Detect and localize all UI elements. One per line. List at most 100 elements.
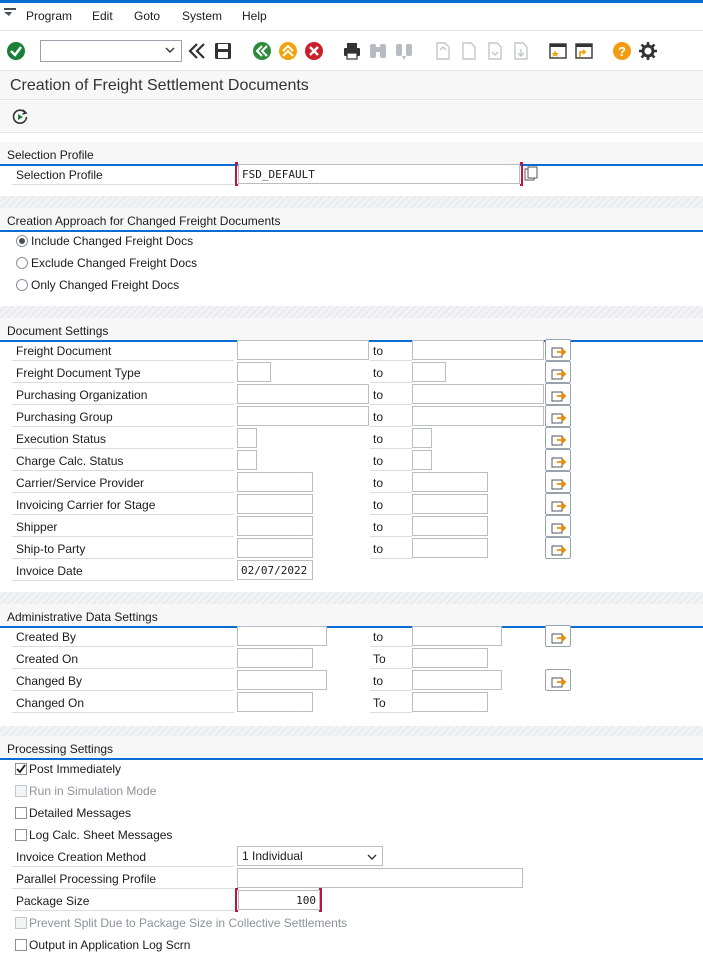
section-title: Administrative Data Settings bbox=[7, 610, 158, 624]
previous-page-icon[interactable] bbox=[458, 41, 478, 61]
multiple-selection-button[interactable] bbox=[545, 537, 571, 559]
exit-icon[interactable] bbox=[278, 41, 298, 61]
created-on-to[interactable] bbox=[412, 648, 488, 668]
detailed-messages-checkbox[interactable] bbox=[15, 807, 27, 819]
package-size-label: Package Size bbox=[16, 894, 90, 908]
created-on-label: Created On bbox=[16, 652, 79, 666]
simulation-mode-checkbox bbox=[15, 785, 27, 797]
label-rule bbox=[12, 910, 234, 911]
find-icon[interactable] bbox=[368, 41, 388, 61]
invoice-creation-method-value: 1 Individual bbox=[242, 849, 303, 863]
log-calc-sheet-label[interactable]: Log Calc. Sheet Messages bbox=[29, 828, 172, 842]
multiple-selection-button[interactable] bbox=[545, 449, 571, 471]
changed-by-from[interactable] bbox=[237, 670, 327, 690]
freight-document-from[interactable] bbox=[237, 340, 369, 360]
output-application-log-label[interactable]: Output in Application Log Scrn bbox=[29, 938, 190, 952]
execution-status-from[interactable] bbox=[237, 428, 257, 448]
execution-status-to[interactable] bbox=[412, 428, 432, 448]
invoice-date-field[interactable]: 02/07/2022 bbox=[237, 560, 313, 580]
save-icon[interactable] bbox=[213, 41, 233, 61]
value-help-icon[interactable] bbox=[524, 166, 538, 182]
multiple-selection-button[interactable] bbox=[545, 361, 571, 383]
enter-icon[interactable] bbox=[6, 41, 26, 61]
menu-icon[interactable] bbox=[4, 8, 16, 18]
post-immediately-label[interactable]: Post Immediately bbox=[29, 762, 121, 776]
log-calc-sheet-checkbox[interactable] bbox=[15, 829, 27, 841]
post-immediately-checkbox[interactable] bbox=[15, 763, 27, 775]
menu-program[interactable]: Program bbox=[26, 9, 72, 23]
invoicing-carrier-label: Invoicing Carrier for Stage bbox=[16, 498, 156, 512]
created-by-to[interactable] bbox=[412, 626, 502, 646]
changed-by-to[interactable] bbox=[412, 670, 502, 690]
detailed-messages-label[interactable]: Detailed Messages bbox=[29, 806, 131, 820]
changed-on-from[interactable] bbox=[237, 692, 313, 712]
menu-help[interactable]: Help bbox=[242, 9, 267, 23]
multiple-selection-button[interactable] bbox=[545, 383, 571, 405]
radio-exclude-changed-label[interactable]: Exclude Changed Freight Docs bbox=[31, 256, 197, 270]
charge-calc-status-from[interactable] bbox=[237, 450, 257, 470]
radio-exclude-changed[interactable] bbox=[16, 257, 28, 269]
multiple-selection-button[interactable] bbox=[545, 427, 571, 449]
changed-on-to[interactable] bbox=[412, 692, 488, 712]
command-field[interactable] bbox=[40, 40, 182, 62]
purchasing-group-to[interactable] bbox=[412, 406, 544, 426]
execute-icon[interactable] bbox=[11, 108, 29, 126]
purchasing-group-from[interactable] bbox=[237, 406, 369, 426]
radio-include-changed-label[interactable]: Include Changed Freight Docs bbox=[31, 234, 193, 248]
label-rule bbox=[12, 580, 234, 581]
created-by-from[interactable] bbox=[237, 626, 327, 646]
shipper-to[interactable] bbox=[412, 516, 488, 536]
multiple-selection-button[interactable] bbox=[545, 493, 571, 515]
multiple-selection-button[interactable] bbox=[545, 339, 571, 361]
menu-edit[interactable]: Edit bbox=[92, 9, 113, 23]
to-label: to bbox=[373, 410, 384, 424]
multiple-selection-button[interactable] bbox=[545, 625, 571, 647]
shortcut-icon[interactable] bbox=[574, 41, 594, 61]
to-label: to bbox=[373, 388, 384, 402]
label-rule bbox=[12, 404, 234, 405]
ship-to-party-from[interactable] bbox=[237, 538, 313, 558]
print-icon[interactable] bbox=[342, 41, 362, 61]
freight-document-type-from[interactable] bbox=[237, 362, 271, 382]
invoicing-carrier-to[interactable] bbox=[412, 494, 488, 514]
created-on-from[interactable] bbox=[237, 648, 313, 668]
freight-document-to[interactable] bbox=[412, 340, 544, 360]
charge-calc-status-label: Charge Calc. Status bbox=[16, 454, 124, 468]
selection-profile-field[interactable]: FSD_DEFAULT bbox=[238, 164, 520, 184]
chevron-down-icon[interactable] bbox=[165, 45, 175, 55]
purchasing-organization-to[interactable] bbox=[412, 384, 544, 404]
ship-to-party-to[interactable] bbox=[412, 538, 488, 558]
first-page-icon[interactable] bbox=[432, 41, 452, 61]
menu-system[interactable]: System bbox=[182, 9, 222, 23]
carrier-service-provider-from[interactable] bbox=[237, 472, 313, 492]
carrier-service-provider-to[interactable] bbox=[412, 472, 488, 492]
settings-icon[interactable] bbox=[638, 41, 658, 61]
next-page-icon[interactable] bbox=[484, 41, 504, 61]
menu-goto[interactable]: Goto bbox=[134, 9, 160, 23]
cancel-icon[interactable] bbox=[304, 41, 324, 61]
multiple-selection-button[interactable] bbox=[545, 515, 571, 537]
new-session-icon[interactable] bbox=[548, 41, 568, 61]
purchasing-organization-from[interactable] bbox=[237, 384, 369, 404]
back-icon[interactable] bbox=[252, 41, 272, 61]
radio-only-changed-label[interactable]: Only Changed Freight Docs bbox=[31, 278, 179, 292]
invoice-creation-method-dropdown[interactable]: 1 Individual bbox=[237, 846, 383, 866]
find-next-icon[interactable] bbox=[394, 41, 414, 61]
invoicing-carrier-from[interactable] bbox=[237, 494, 313, 514]
output-application-log-checkbox[interactable] bbox=[15, 939, 27, 951]
multiple-selection-button[interactable] bbox=[545, 669, 571, 691]
back-double-icon[interactable] bbox=[187, 41, 207, 61]
last-page-icon[interactable] bbox=[510, 41, 530, 61]
multiple-selection-button[interactable] bbox=[545, 405, 571, 427]
parallel-processing-profile-field[interactable] bbox=[237, 868, 523, 888]
application-toolbar bbox=[0, 101, 703, 133]
package-size-field[interactable]: 100 bbox=[238, 890, 320, 910]
shipper-from[interactable] bbox=[237, 516, 313, 536]
charge-calc-status-to[interactable] bbox=[412, 450, 432, 470]
multiple-selection-button[interactable] bbox=[545, 471, 571, 493]
help-icon[interactable]: ? bbox=[612, 41, 632, 61]
radio-include-changed[interactable] bbox=[16, 235, 28, 247]
radio-only-changed[interactable] bbox=[16, 279, 28, 291]
freight-document-type-to[interactable] bbox=[412, 362, 446, 382]
to-label: to bbox=[373, 454, 384, 468]
